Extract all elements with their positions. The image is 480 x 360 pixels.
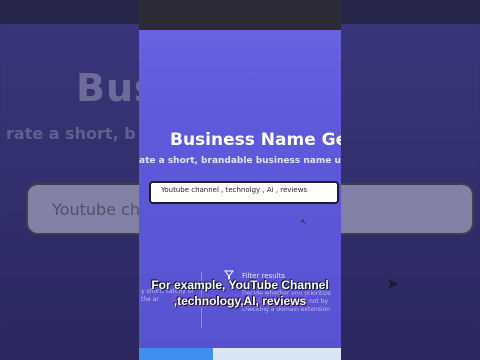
page-title: Business Name Gene — [170, 130, 341, 150]
bottom-button-secondary[interactable] — [213, 348, 341, 360]
mouse-pointer-icon: ➤ — [386, 274, 400, 293]
cursor-icon: ↖ — [300, 218, 308, 228]
page-subtitle: ate a short, brandable business name usi… — [139, 156, 341, 166]
browser-top-bar — [139, 0, 341, 30]
video-caption: For example, YouTube Channel ,technology… — [139, 277, 341, 309]
caption-line-2: ,technology,AI, reviews — [171, 294, 309, 308]
caption-line-1: For example, YouTube Channel — [151, 278, 329, 292]
bottom-button-primary[interactable] — [139, 348, 213, 360]
keywords-input[interactable]: Youtube channel , technolgy , Ai , revie… — [149, 181, 339, 204]
